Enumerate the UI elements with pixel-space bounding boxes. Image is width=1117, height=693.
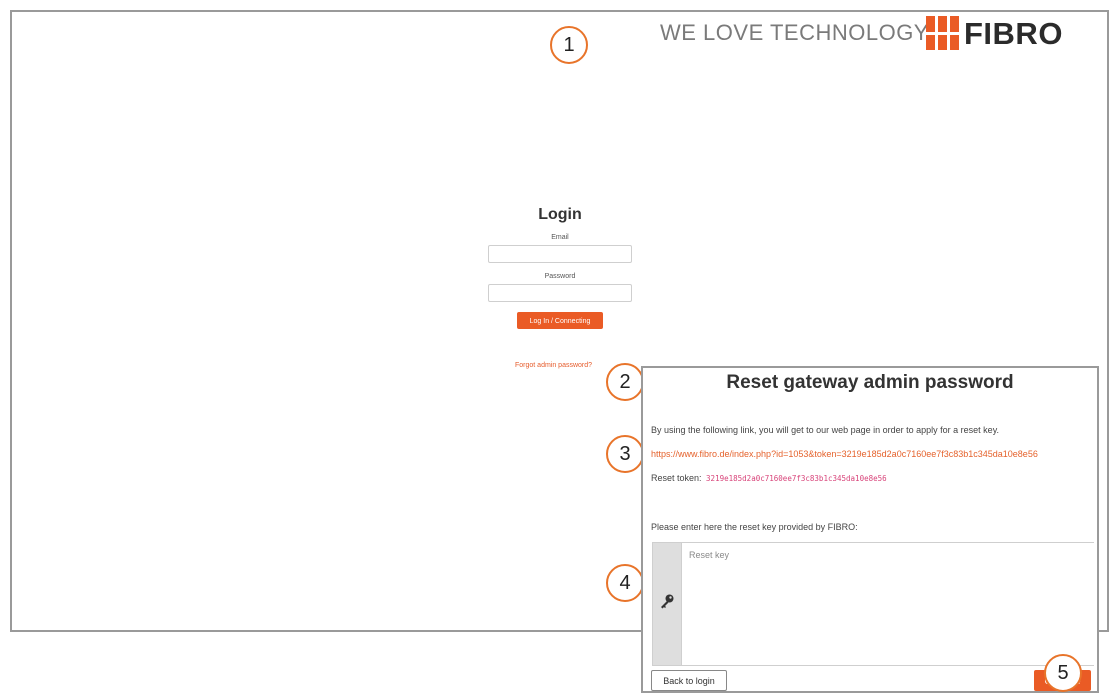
dialog-intro-text: By using the following link, you will ge… xyxy=(651,425,1000,435)
password-label: Password xyxy=(544,273,576,280)
key-icon xyxy=(661,594,674,609)
fibro-logo-text: FIBRO xyxy=(964,16,1063,51)
back-to-login-button[interactable]: Back to login xyxy=(651,670,727,691)
fibro-logo-mark-icon xyxy=(926,16,960,50)
key-addon xyxy=(653,543,682,665)
login-form: Login Email Password Log In / Connecting xyxy=(470,200,650,329)
callout-3: 3 xyxy=(606,435,644,473)
callout-4: 4 xyxy=(606,564,644,602)
reset-key-request-link[interactable]: https://www.fibro.de/index.php?id=1053&t… xyxy=(651,449,1038,459)
reset-token-label: Reset token: xyxy=(651,473,702,483)
reset-key-textarea[interactable] xyxy=(682,543,1094,665)
reset-password-dialog: Reset gateway admin password By using th… xyxy=(641,366,1099,693)
callout-1: 1 xyxy=(550,26,588,64)
email-field[interactable] xyxy=(488,245,632,263)
callout-5: 5 xyxy=(1044,654,1082,692)
email-label: Email xyxy=(551,234,569,241)
dialog-title: Reset gateway admin password xyxy=(726,372,1014,393)
reset-token-row: Reset token: 3219e185d2a0c7160ee7f3c83b1… xyxy=(651,473,887,483)
callout-2: 2 xyxy=(606,363,644,401)
enter-key-prompt: Please enter here the reset key provided… xyxy=(651,522,858,532)
brand-tagline: WE LOVE TECHNOLOGY xyxy=(660,20,929,45)
forgot-password-link[interactable]: Forgot admin password? xyxy=(515,362,592,369)
login-button[interactable]: Log In / Connecting xyxy=(517,312,603,329)
login-title: Login xyxy=(538,206,582,223)
password-field[interactable] xyxy=(488,284,632,302)
reset-key-input-group xyxy=(652,542,1094,666)
fibro-logo: FIBRO xyxy=(926,16,1106,51)
reset-token-value: 3219e185d2a0c7160ee7f3c83b1c345da10e8e56 xyxy=(706,474,887,483)
